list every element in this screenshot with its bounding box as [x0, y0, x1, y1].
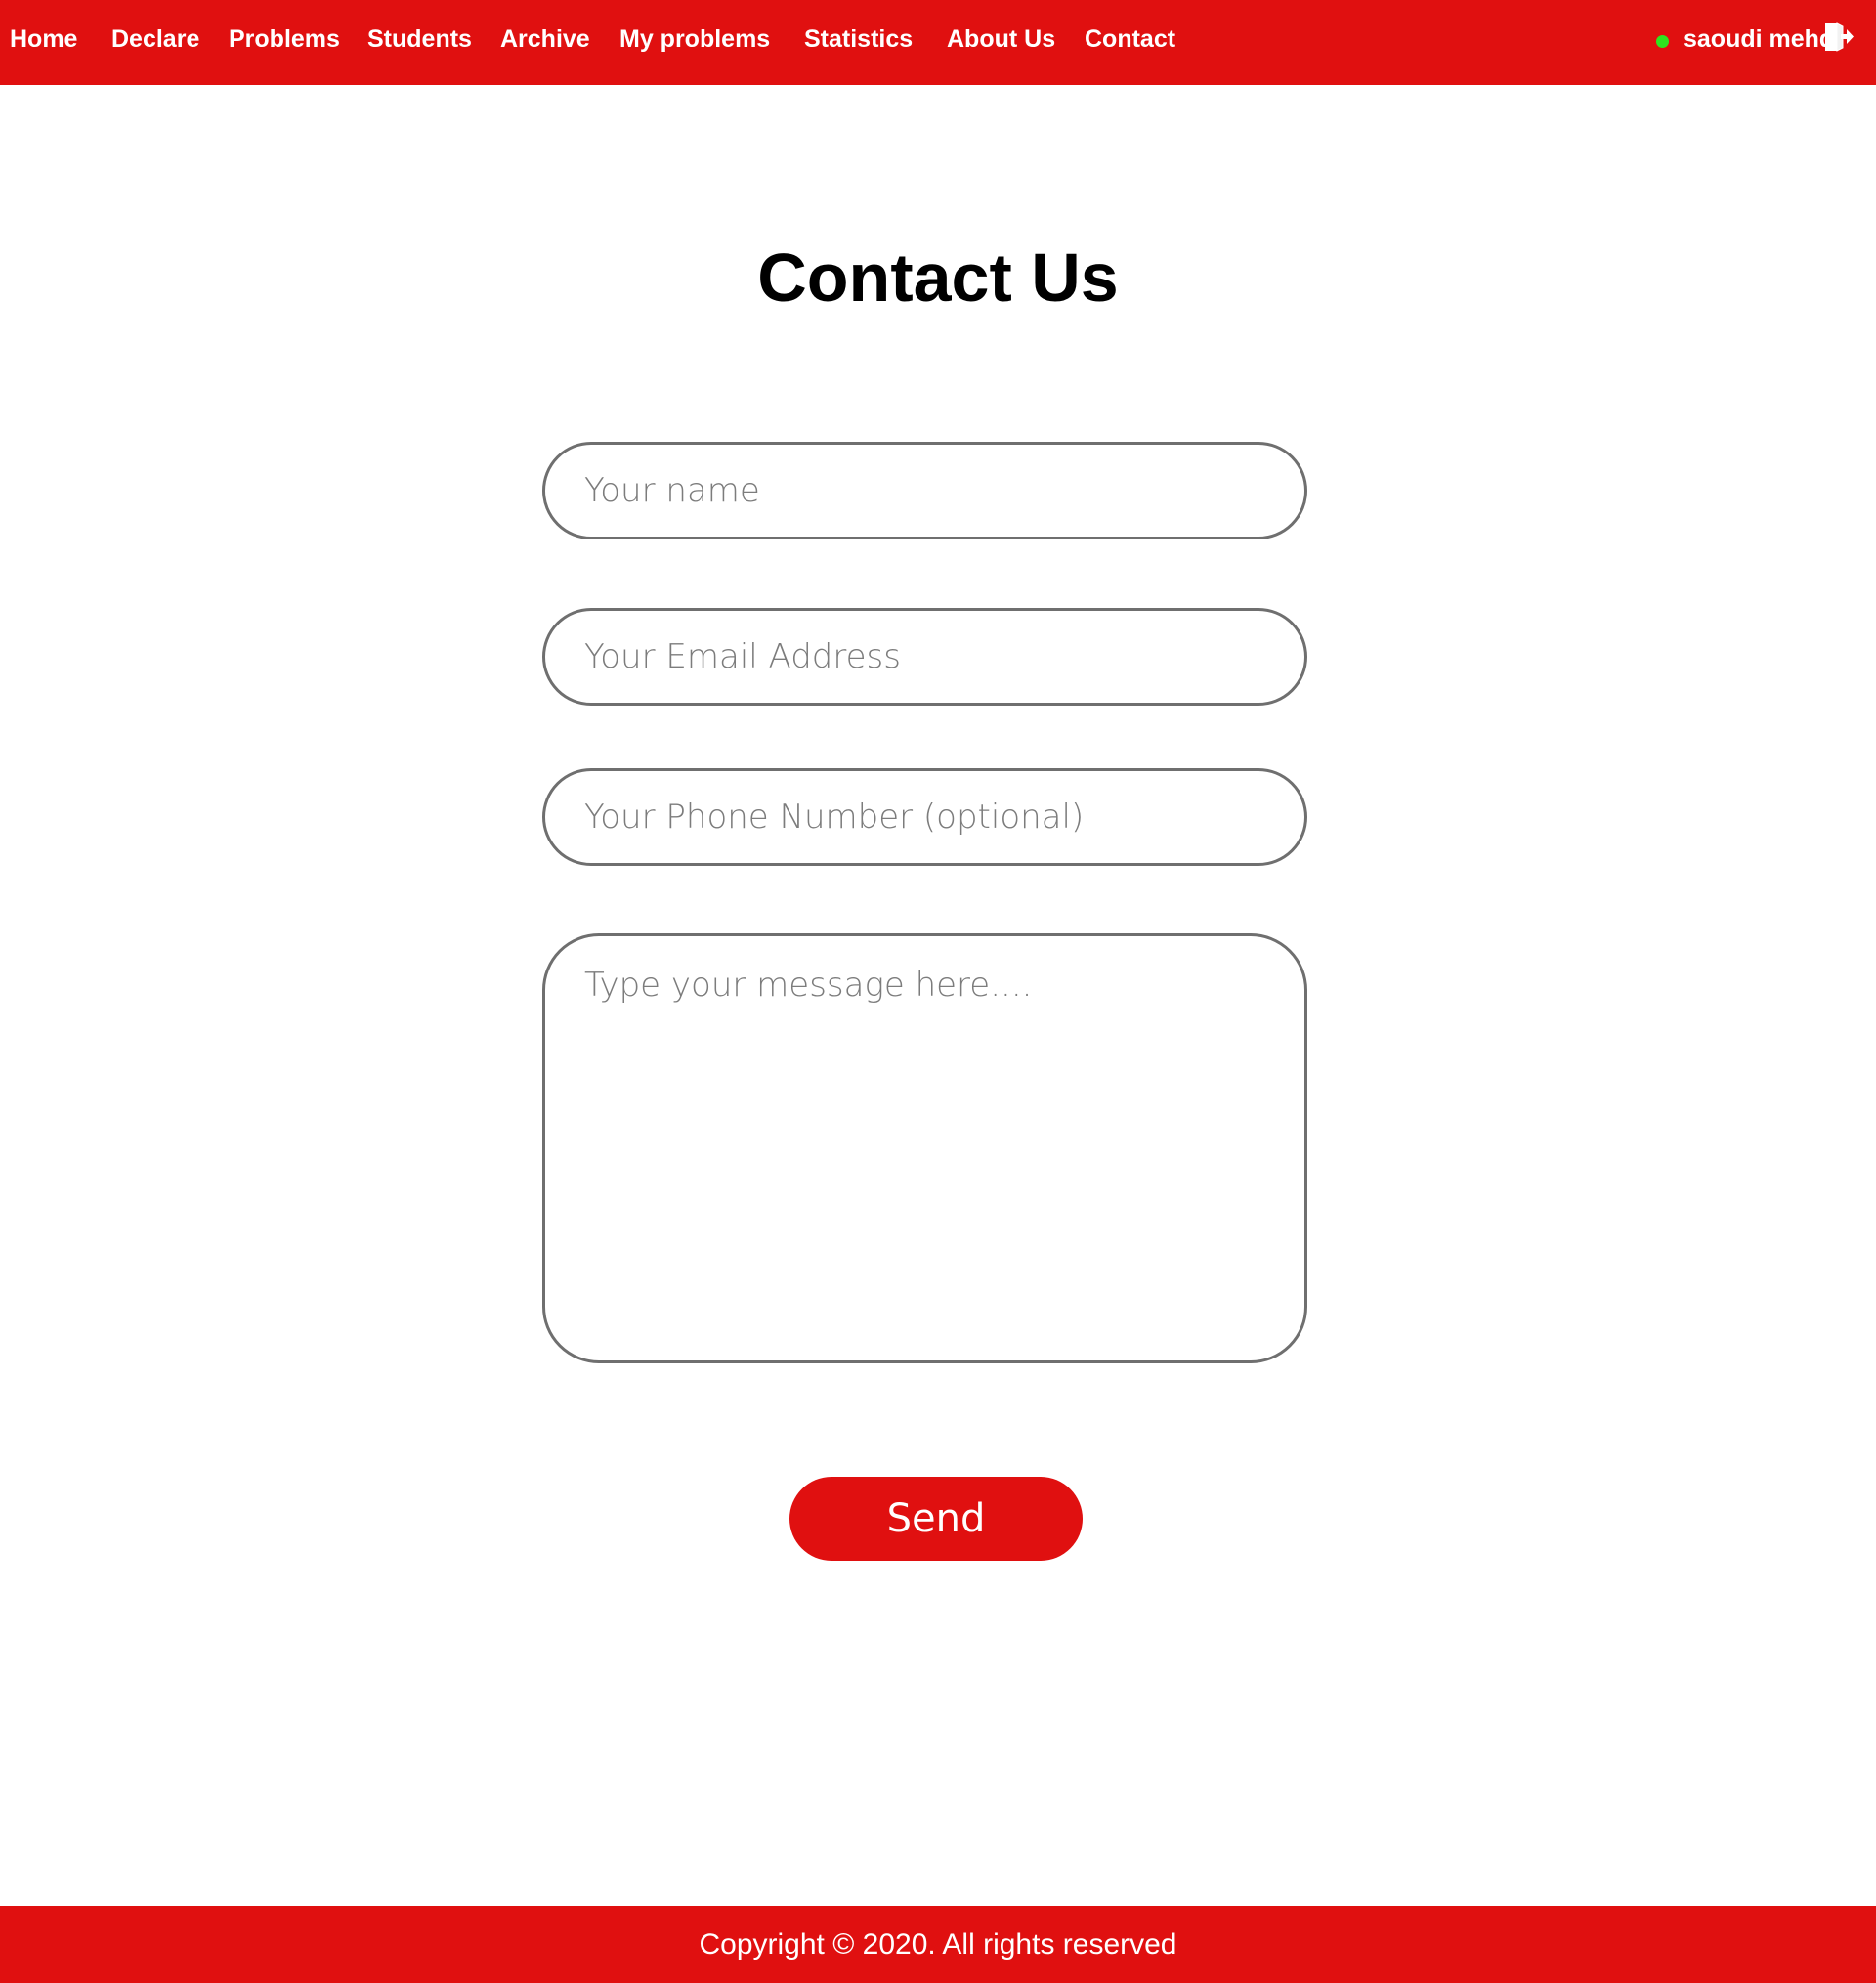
top-navbar: Home Declare Problems Students Archive M… [0, 0, 1876, 85]
main-nav: Home Declare Problems Students Archive M… [0, 0, 1270, 85]
nav-item-about-us[interactable]: About Us [947, 23, 1055, 55]
nav-item-my-problems[interactable]: My problems [619, 23, 770, 55]
nav-item-archive[interactable]: Archive [500, 23, 590, 55]
email-field[interactable] [542, 608, 1307, 706]
nav-item-statistics[interactable]: Statistics [804, 23, 913, 55]
page-title: Contact Us [757, 239, 1119, 316]
phone-field[interactable] [542, 768, 1307, 866]
name-field[interactable] [542, 442, 1307, 539]
copyright-text: Copyright © 2020. All rights reserved [699, 1928, 1177, 1961]
nav-item-problems[interactable]: Problems [229, 23, 340, 55]
nav-item-home[interactable]: Home [10, 23, 77, 55]
logout-icon[interactable] [1823, 22, 1855, 53]
user-area: saoudi mehdi [1583, 0, 1876, 85]
send-button[interactable]: Send [789, 1477, 1083, 1561]
nav-item-students[interactable]: Students [367, 23, 472, 55]
footer: Copyright © 2020. All rights reserved [0, 1906, 1876, 1983]
nav-item-contact[interactable]: Contact [1085, 23, 1175, 55]
online-dot-icon [1656, 35, 1669, 48]
nav-item-declare[interactable]: Declare [111, 23, 199, 55]
message-field[interactable] [542, 933, 1307, 1363]
user-name: saoudi mehdi [1684, 25, 1842, 53]
